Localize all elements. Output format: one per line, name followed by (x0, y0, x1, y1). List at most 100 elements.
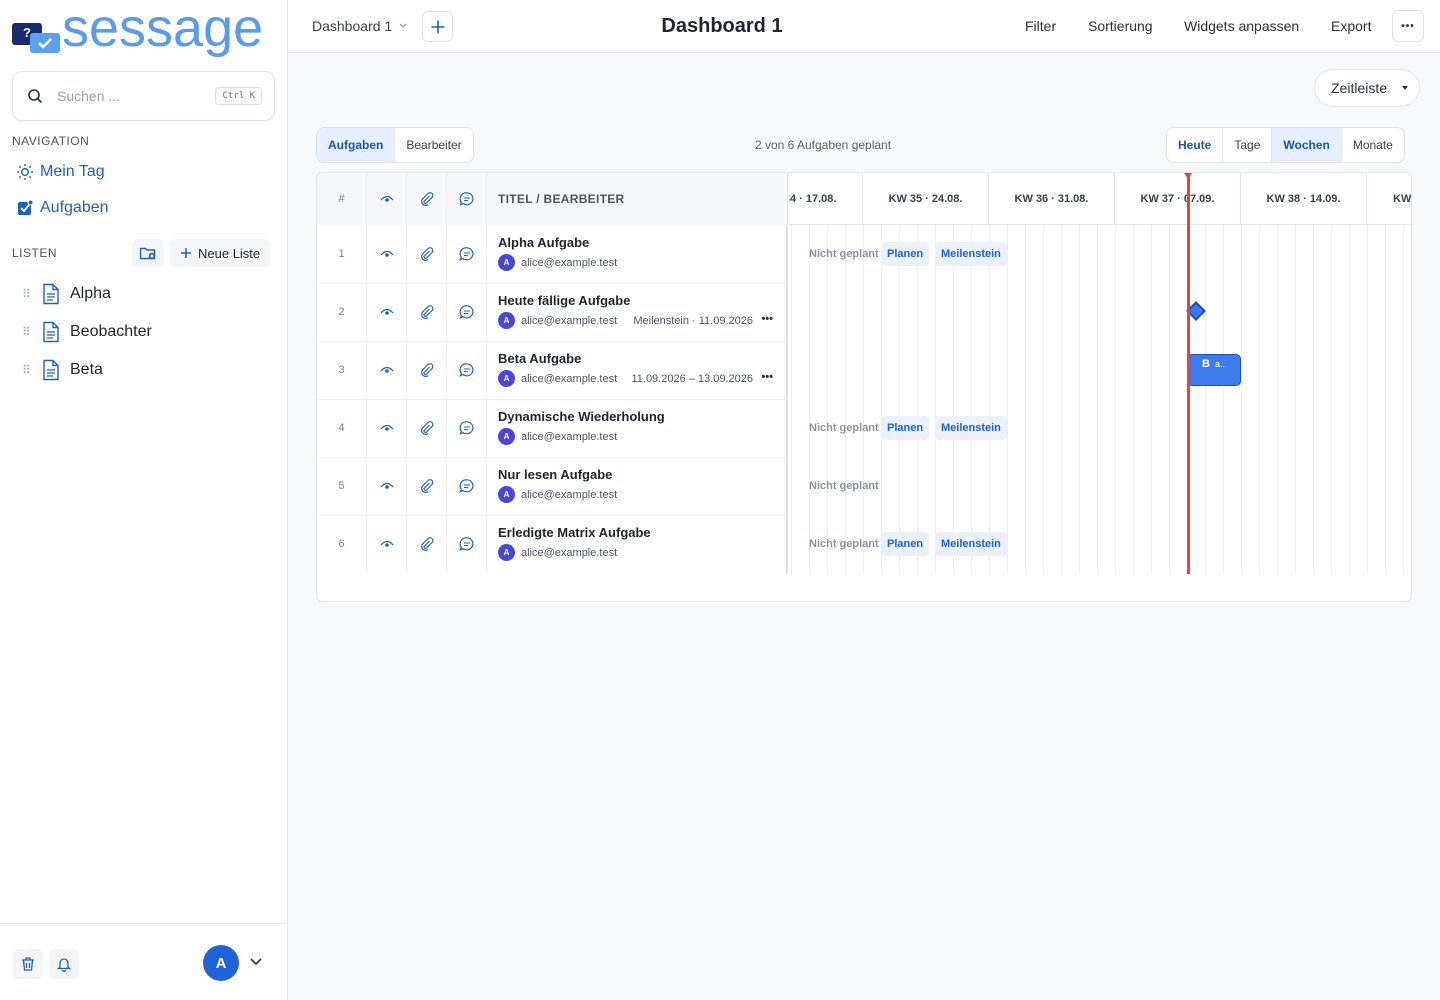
customize-widgets-button[interactable]: Widgets anpassen (1184, 18, 1299, 34)
plan-button[interactable]: Planen (881, 416, 930, 440)
column-title[interactable]: TITEL / BEARBEITER (487, 173, 787, 225)
task-title-cell[interactable]: Dynamische Wiederholung Aalice@example.t… (487, 400, 787, 456)
attachments-button[interactable] (407, 226, 447, 282)
table-row[interactable]: 3 Beta Aufgabe Aalice@example.test 11.09… (317, 342, 787, 400)
export-button[interactable]: Export (1331, 18, 1371, 34)
watch-toggle[interactable] (367, 342, 407, 398)
table-row[interactable]: 2 Heute fällige Aufgabe Aalice@example.t… (317, 284, 787, 342)
plan-button[interactable]: Planen (881, 532, 930, 556)
search-input[interactable]: Suchen ... Ctrl K (12, 71, 275, 121)
comment-icon (459, 363, 474, 377)
tab-tage[interactable]: Tage (1223, 128, 1273, 162)
user-avatar[interactable]: A (203, 945, 239, 981)
task-title[interactable]: Dynamische Wiederholung (498, 409, 665, 424)
tab-heute[interactable]: Heute (1167, 128, 1224, 162)
nav-item-aufgaben[interactable]: Aufgaben (16, 199, 109, 217)
task-bar-sublabel: a.. (1214, 359, 1225, 369)
drag-handle-icon[interactable]: ⠿ (22, 363, 32, 377)
day-gridline (1025, 225, 1026, 574)
search-shortcut: Ctrl K (215, 87, 262, 105)
document-icon (43, 321, 59, 343)
tab-monate[interactable]: Monate (1342, 128, 1404, 162)
document-icon (43, 359, 59, 381)
task-title[interactable]: Nur lesen Aufgabe (498, 467, 612, 482)
watch-toggle[interactable] (367, 226, 407, 282)
plan-button[interactable]: Planen (881, 242, 930, 266)
task-date: 11.09.2026 – 13.09.2026 (631, 373, 753, 385)
task-title-cell[interactable]: Heute fällige Aufgabe Aalice@example.tes… (487, 284, 787, 340)
app-logo[interactable]: ? sessage (12, 1, 263, 60)
new-list-button[interactable]: Neue Liste (170, 239, 271, 267)
drag-handle-icon[interactable]: ⠿ (22, 325, 32, 339)
task-grid: # TITEL / BEARBEITER 1 Alpha Aufgabe Aal… (316, 172, 1412, 602)
task-title-cell[interactable]: Nur lesen Aufgabe Aalice@example.test (487, 458, 787, 514)
timeline-header: KW 34 · 17.08. KW 35 · 24.08. KW 36 · 31… (789, 173, 1411, 225)
unscheduled-label: Nicht geplant (809, 422, 879, 434)
week-header: KW 37 · 07.09. (1115, 173, 1241, 225)
view-select[interactable]: Zeitleiste (1314, 69, 1420, 107)
task-title[interactable]: Heute fällige Aufgabe (498, 293, 630, 308)
task-title[interactable]: Beta Aufgabe (498, 351, 581, 366)
comments-button[interactable] (447, 516, 487, 572)
list-item-alpha[interactable]: ⠿ Alpha (22, 283, 111, 305)
week-header: KW 38 · 14.09. (1241, 173, 1367, 225)
day-gridline (791, 225, 792, 574)
comments-button[interactable] (447, 342, 487, 398)
watch-toggle[interactable] (367, 400, 407, 456)
attachments-button[interactable] (407, 400, 447, 456)
assignee-email: alice@example.test (521, 372, 618, 385)
comments-button[interactable] (447, 284, 487, 340)
task-title[interactable]: Alpha Aufgabe (498, 235, 589, 250)
avatar: A (498, 312, 515, 329)
attachments-button[interactable] (407, 284, 447, 340)
drag-handle-icon[interactable]: ⠿ (22, 287, 32, 301)
milestone-button[interactable]: Meilenstein (935, 532, 1007, 556)
search-placeholder: Suchen ... (57, 88, 121, 104)
table-row[interactable]: 5 Nur lesen Aufgabe Aalice@example.test (317, 458, 787, 516)
tab-wochen[interactable]: Wochen (1272, 128, 1342, 162)
list-item-beta[interactable]: ⠿ Beta (22, 359, 103, 381)
document-icon (43, 283, 59, 305)
notifications-button[interactable] (49, 949, 79, 979)
assignee-email: alice@example.test (521, 314, 618, 327)
row-number: 2 (317, 284, 367, 340)
timeline-area[interactable]: KW 34 · 17.08. KW 35 · 24.08. KW 36 · 31… (789, 173, 1411, 574)
attachments-button[interactable] (407, 458, 447, 514)
comment-icon (459, 479, 474, 493)
eye-icon (380, 366, 393, 373)
filter-button[interactable]: Filter (1025, 18, 1056, 34)
task-bar-label: B (1202, 358, 1210, 370)
day-gridline (1133, 225, 1134, 574)
column-comments[interactable] (447, 173, 487, 225)
column-attachments[interactable] (407, 173, 447, 225)
milestone-button[interactable]: Meilenstein (935, 416, 1007, 440)
sort-button[interactable]: Sortierung (1088, 18, 1153, 34)
task-menu-button[interactable]: ••• (761, 371, 773, 383)
task-bar[interactable]: Ba.. (1187, 354, 1241, 386)
new-folder-button[interactable] (132, 239, 164, 267)
watch-toggle[interactable] (367, 458, 407, 514)
chevron-down-icon[interactable] (249, 957, 263, 967)
attachments-button[interactable] (407, 516, 447, 572)
table-row[interactable]: 6 Erledigte Matrix Aufgabe Aalice@exampl… (317, 516, 787, 574)
comments-button[interactable] (447, 458, 487, 514)
trash-button[interactable] (13, 949, 43, 979)
task-assignee: Aalice@example.test (498, 428, 617, 445)
task-title-cell[interactable]: Alpha Aufgabe Aalice@example.test (487, 226, 787, 282)
attachments-button[interactable] (407, 342, 447, 398)
task-title-cell[interactable]: Beta Aufgabe Aalice@example.test 11.09.2… (487, 342, 787, 398)
table-row[interactable]: 1 Alpha Aufgabe Aalice@example.test (317, 226, 787, 284)
milestone-button[interactable]: Meilenstein (935, 242, 1007, 266)
task-title[interactable]: Erledigte Matrix Aufgabe (498, 525, 651, 540)
task-title-cell[interactable]: Erledigte Matrix Aufgabe Aalice@example.… (487, 516, 787, 572)
more-options-button[interactable]: ••• (1392, 10, 1424, 42)
table-row[interactable]: 4 Dynamische Wiederholung Aalice@example… (317, 400, 787, 458)
comments-button[interactable] (447, 400, 487, 456)
watch-toggle[interactable] (367, 284, 407, 340)
nav-item-mein-tag[interactable]: Mein Tag (16, 163, 105, 181)
watch-toggle[interactable] (367, 516, 407, 572)
list-item-beobachter[interactable]: ⠿ Beobachter (22, 321, 152, 343)
column-watch[interactable] (367, 173, 407, 225)
comments-button[interactable] (447, 226, 487, 282)
task-menu-button[interactable]: ••• (761, 313, 773, 325)
